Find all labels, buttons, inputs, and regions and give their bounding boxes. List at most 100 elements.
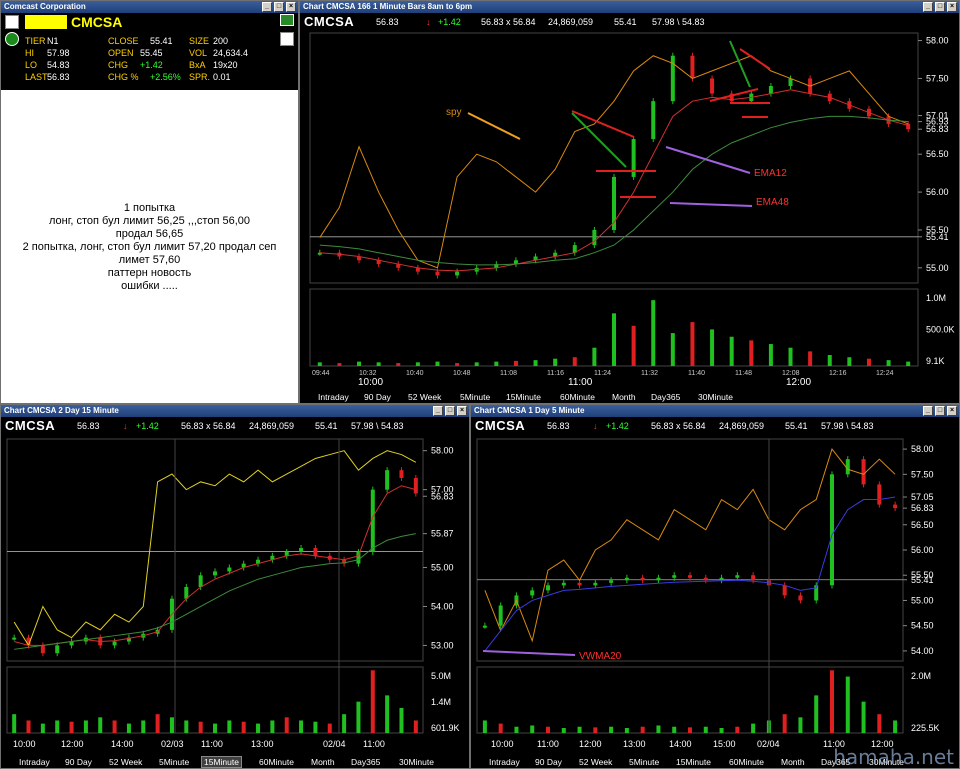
candle <box>435 271 440 276</box>
volume-tick-label: 601.9K <box>431 723 460 733</box>
tab-5minute[interactable]: 5Minute <box>159 757 189 767</box>
volume-bar <box>710 329 715 366</box>
volume-bar <box>672 726 677 733</box>
tab-month[interactable]: Month <box>612 392 636 402</box>
candle <box>624 577 629 581</box>
volume-tick-label: 225.5K <box>911 723 940 733</box>
volume-bar <box>12 714 17 733</box>
candle <box>12 637 17 640</box>
tab-15minute[interactable]: 15Minute <box>676 757 711 767</box>
trade-notes[interactable]: 1 попытка лонг, стоп бул лимит 56,25 ,,,с… <box>1 90 298 403</box>
quote-title-bar[interactable]: Comcast Corporation _ □ × <box>1 1 298 13</box>
volume-bar <box>830 670 834 733</box>
y-tick-label: 55.41 <box>911 575 934 585</box>
quote-label: LAST <box>25 72 48 82</box>
volume-bar <box>227 720 232 733</box>
quote-grid: TIER N1 CLOSE 55.41 SIZE 200 HI 57.98 OPEN 55.45 V… <box>1 34 298 89</box>
candle <box>690 55 695 79</box>
tab-90-day[interactable]: 90 Day <box>535 757 562 767</box>
price-chart[interactable]: 58.0057.5057.0556.8356.5056.0055.5055.41… <box>471 405 960 757</box>
volume-bar <box>256 723 261 733</box>
y-tick-label: 57.05 <box>911 492 934 502</box>
x-tick-label: 13:00 <box>251 739 274 749</box>
note-line: продал 56,65 <box>115 227 184 240</box>
tab-day365[interactable]: Day365 <box>351 757 380 767</box>
annotation-ema12: EMA12 <box>754 168 787 179</box>
x-tick-label: 11:08 <box>500 370 517 377</box>
volume-bar <box>399 707 404 733</box>
y-tick-label: 58.00 <box>911 444 934 454</box>
tab-5minute[interactable]: 5Minute <box>460 392 490 402</box>
candle <box>830 474 834 586</box>
quote-value: 57.98 <box>47 48 70 58</box>
volume-bar <box>241 721 246 733</box>
y-tick-label: 56.00 <box>911 545 934 555</box>
series-line-ma1 <box>14 485 416 646</box>
volume-bar <box>624 727 629 733</box>
symbol-input[interactable] <box>25 15 67 29</box>
quote-value: 55.41 <box>150 36 173 46</box>
tab-15minute[interactable]: 15Minute <box>201 756 242 768</box>
option-checkbox[interactable] <box>280 32 294 46</box>
tab-15minute[interactable]: 15Minute <box>506 392 541 402</box>
quote-label: SPR. <box>189 72 211 82</box>
tab-5minute[interactable]: 5Minute <box>629 757 659 767</box>
x-tick-label: 11:24 <box>594 370 611 377</box>
tab-90-day[interactable]: 90 Day <box>65 757 92 767</box>
chart-icon[interactable] <box>280 14 294 26</box>
candle <box>561 582 566 586</box>
tab-52-week[interactable]: 52 Week <box>579 757 612 767</box>
candle <box>672 575 677 578</box>
volume-bar <box>83 720 88 733</box>
minimize-button[interactable]: _ <box>262 2 272 12</box>
tab-day365[interactable]: Day365 <box>651 392 680 402</box>
tab-60minute[interactable]: 60Minute <box>259 757 294 767</box>
tab-30minute[interactable]: 30Minute <box>399 757 434 767</box>
x-tick-label: 13:00 <box>623 739 646 749</box>
maximize-button[interactable]: □ <box>274 2 284 12</box>
volume-bar <box>313 721 318 733</box>
tab-intraday[interactable]: Intraday <box>489 757 520 767</box>
volume-bar <box>357 361 362 366</box>
tab-60minute[interactable]: 60Minute <box>729 757 764 767</box>
note-line: ошибки ..... <box>121 279 178 292</box>
tab-month[interactable]: Month <box>311 757 335 767</box>
quote-label: VOL <box>189 48 208 58</box>
volume-bar <box>184 720 189 733</box>
y-tick-label: 56.83 <box>911 503 934 513</box>
link-checkbox[interactable] <box>5 15 19 29</box>
volume-bar <box>546 726 550 733</box>
tab-month[interactable]: Month <box>781 757 805 767</box>
x-tick-label: 15:00 <box>713 739 736 749</box>
price-chart[interactable]: 58.0057.0056.8355.8755.0054.0053.005.0M1… <box>1 405 470 757</box>
status-icon <box>5 32 19 46</box>
volume-tick-label: 1.4M <box>431 697 451 707</box>
close-button[interactable]: × <box>286 2 296 12</box>
tab-intraday[interactable]: Intraday <box>318 392 349 402</box>
tab-52-week[interactable]: 52 Week <box>109 757 142 767</box>
y-tick-label: 54.00 <box>911 646 934 656</box>
volume-bar <box>782 714 787 733</box>
timeframe-tabs: Intraday 90 Day 52 Week 5Minute 15Minute 60Mi… <box>300 391 959 403</box>
price-chart[interactable]: 58.0057.5057.0156.9356.8356.5056.0055.50… <box>300 1 960 391</box>
candle <box>55 645 60 654</box>
volume-bar <box>396 363 401 366</box>
x-tick-label: 11:00 <box>568 377 593 388</box>
x-tick-label: 12:08 <box>782 370 800 377</box>
annotation-arrow <box>739 48 771 70</box>
volume-tick-label: 9.1K <box>926 356 945 366</box>
tab-intraday[interactable]: Intraday <box>19 757 50 767</box>
tab-60minute[interactable]: 60Minute <box>560 392 595 402</box>
x-tick-label: 11:00 <box>537 739 559 749</box>
volume-bar <box>514 726 519 733</box>
volume-bar <box>631 325 636 366</box>
y-tick-label: 58.00 <box>431 446 454 456</box>
x-tick-label: 11:00 <box>201 739 223 749</box>
x-tick-label: 10:32 <box>359 370 377 377</box>
tab-90-day[interactable]: 90 Day <box>364 392 391 402</box>
candle <box>651 101 656 140</box>
quote-label: OPEN <box>108 48 134 58</box>
volume-bar <box>155 714 160 733</box>
tab-30minute[interactable]: 30Minute <box>698 392 733 402</box>
tab-52-week[interactable]: 52 Week <box>408 392 441 402</box>
